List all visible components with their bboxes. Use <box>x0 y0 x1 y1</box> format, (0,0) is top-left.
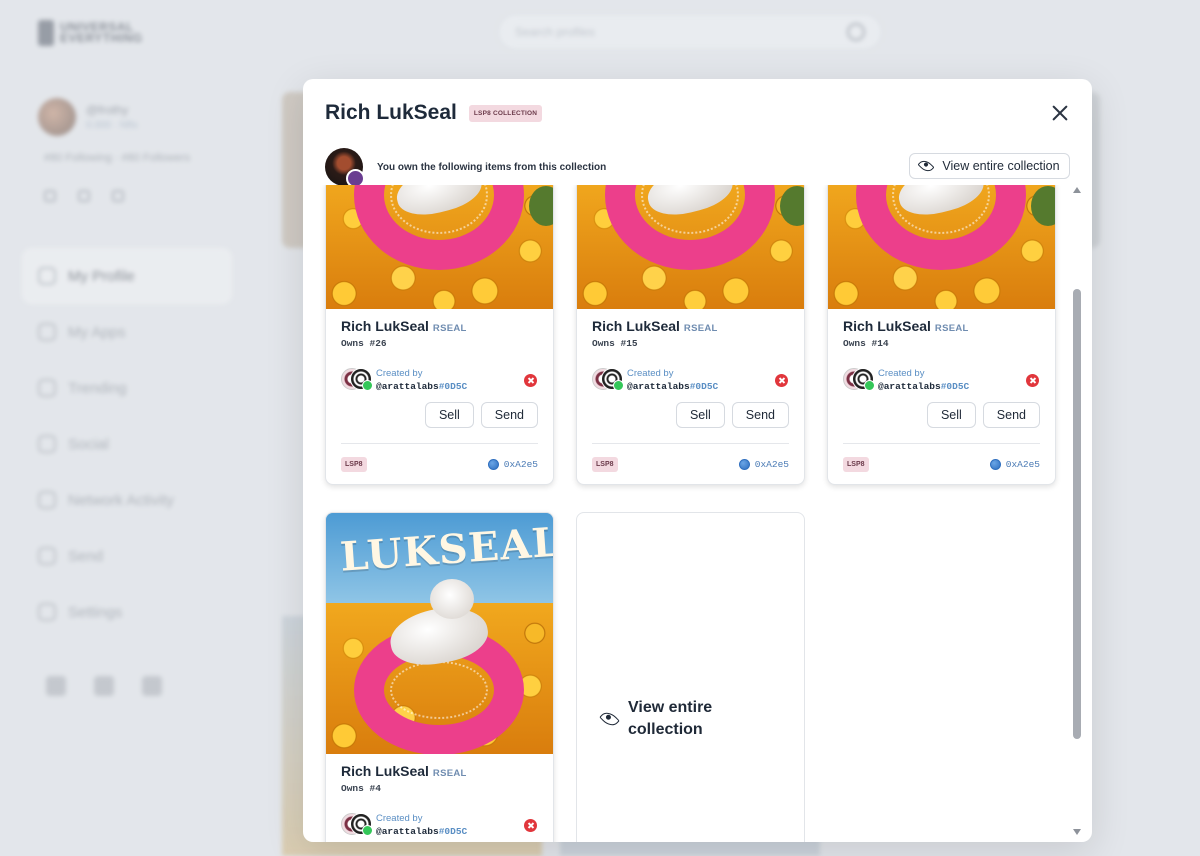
created-by-label: Created by <box>376 368 423 379</box>
contract-address[interactable]: 0xA2e5 <box>738 458 789 470</box>
creator-avatars[interactable] <box>592 368 626 392</box>
nft-image[interactable]: LUKSEALS <box>326 513 553 754</box>
creator-row: Created by @arattalabs#0D5C <box>592 368 789 392</box>
standard-tag: LSP8 <box>592 456 618 472</box>
collection-modal: Rich LukSeal LSP8 COLLECTION You own the… <box>303 79 1092 842</box>
avatar <box>325 148 365 188</box>
modal-title: Rich LukSeal <box>325 101 457 124</box>
chevron-down-icon[interactable] <box>1073 829 1081 835</box>
standard-tag: LSP8 <box>341 456 367 472</box>
address-text: 0xA2e5 <box>754 458 789 470</box>
remove-icon[interactable] <box>775 374 788 387</box>
creator-hash: #0D5C <box>689 381 719 392</box>
chevron-up-icon[interactable] <box>1073 187 1081 193</box>
nft-name: Rich LukSeal <box>592 318 680 334</box>
remove-icon[interactable] <box>524 374 537 387</box>
creator-avatars[interactable] <box>341 813 375 837</box>
nft-card[interactable]: Rich LukSeal RSEAL Owns #26 Created by @a… <box>325 185 554 485</box>
contract-address[interactable]: 0xA2e5 <box>487 458 538 470</box>
globe-icon <box>738 458 750 470</box>
owned-token-id: Owns #26 <box>341 338 387 349</box>
eye-icon <box>599 708 620 730</box>
scrollbar[interactable] <box>1072 185 1082 837</box>
view-entire-collection-button[interactable]: View entire collection <box>909 153 1070 179</box>
globe-icon <box>487 458 499 470</box>
creator-row: Created by @arattalabs#0D5C <box>843 368 1040 392</box>
send-button[interactable]: Send <box>731 402 789 428</box>
nft-card[interactable]: Rich LukSeal RSEAL Owns #15 Created by @a… <box>576 185 805 485</box>
address-text: 0xA2e5 <box>1005 458 1040 470</box>
nft-symbol: RSEAL <box>432 323 467 334</box>
nft-symbol: RSEAL <box>683 323 718 334</box>
globe-icon <box>989 458 1001 470</box>
collection-tag: LSP8 COLLECTION <box>468 104 543 122</box>
ownership-row: You own the following items from this co… <box>325 148 607 188</box>
nft-symbol: RSEAL <box>934 323 969 334</box>
owned-token-id: Owns #4 <box>341 783 381 794</box>
modal-header: Rich LukSeal LSP8 COLLECTION <box>325 101 543 125</box>
scrollbar-thumb[interactable] <box>1073 289 1081 739</box>
nft-card[interactable]: Rich LukSeal RSEAL Owns #14 Created by @a… <box>827 185 1056 485</box>
close-icon[interactable] <box>1050 103 1070 123</box>
creator-hash: #0D5C <box>438 381 468 392</box>
nft-card[interactable]: LUKSEALS Rich LukSeal RSEAL Owns #4 Creat… <box>325 512 554 842</box>
creator-avatars[interactable] <box>843 368 877 392</box>
owned-token-id: Owns #15 <box>592 338 638 349</box>
nft-name: Rich LukSeal <box>341 318 429 334</box>
creator-handle[interactable]: @arattalabs <box>376 381 439 392</box>
nft-name: Rich LukSeal <box>843 318 931 334</box>
send-button[interactable]: Send <box>982 402 1040 428</box>
nft-image[interactable] <box>828 185 1055 309</box>
sell-button[interactable]: Sell <box>424 402 474 428</box>
nft-image[interactable] <box>577 185 804 309</box>
creator-hash: #0D5C <box>940 381 970 392</box>
created-by-label: Created by <box>627 368 674 379</box>
own-text: You own the following items from this co… <box>377 161 607 173</box>
created-by-label: Created by <box>878 368 925 379</box>
view-button-label: View entire collection <box>942 159 1060 173</box>
sell-button[interactable]: Sell <box>675 402 725 428</box>
creator-hash: #0D5C <box>438 826 468 837</box>
creator-row: Created by @arattalabs#0D5C <box>341 813 538 837</box>
items-grid: Rich LukSeal RSEAL Owns #26 Created by @a… <box>303 185 1073 842</box>
nft-symbol: RSEAL <box>432 768 467 779</box>
address-text: 0xA2e5 <box>503 458 538 470</box>
view-card-label: View entire collection <box>628 699 713 738</box>
owned-token-id: Owns #14 <box>843 338 889 349</box>
creator-row: Created by @arattalabs#0D5C <box>341 368 538 392</box>
send-button[interactable]: Send <box>480 402 538 428</box>
standard-tag: LSP8 <box>843 456 869 472</box>
created-by-label: Created by <box>376 813 423 824</box>
creator-handle[interactable]: @arattalabs <box>627 381 690 392</box>
creator-handle[interactable]: @arattalabs <box>376 826 439 837</box>
creator-handle[interactable]: @arattalabs <box>878 381 941 392</box>
sell-button[interactable]: Sell <box>926 402 976 428</box>
creator-avatars[interactable] <box>341 368 375 392</box>
nft-name: Rich LukSeal <box>341 763 429 779</box>
eye-icon <box>917 157 935 175</box>
contract-address[interactable]: 0xA2e5 <box>989 458 1040 470</box>
nft-image[interactable] <box>326 185 553 309</box>
remove-icon[interactable] <box>524 819 537 832</box>
remove-icon[interactable] <box>1026 374 1039 387</box>
view-entire-collection-card[interactable]: View entire collection <box>576 512 805 842</box>
